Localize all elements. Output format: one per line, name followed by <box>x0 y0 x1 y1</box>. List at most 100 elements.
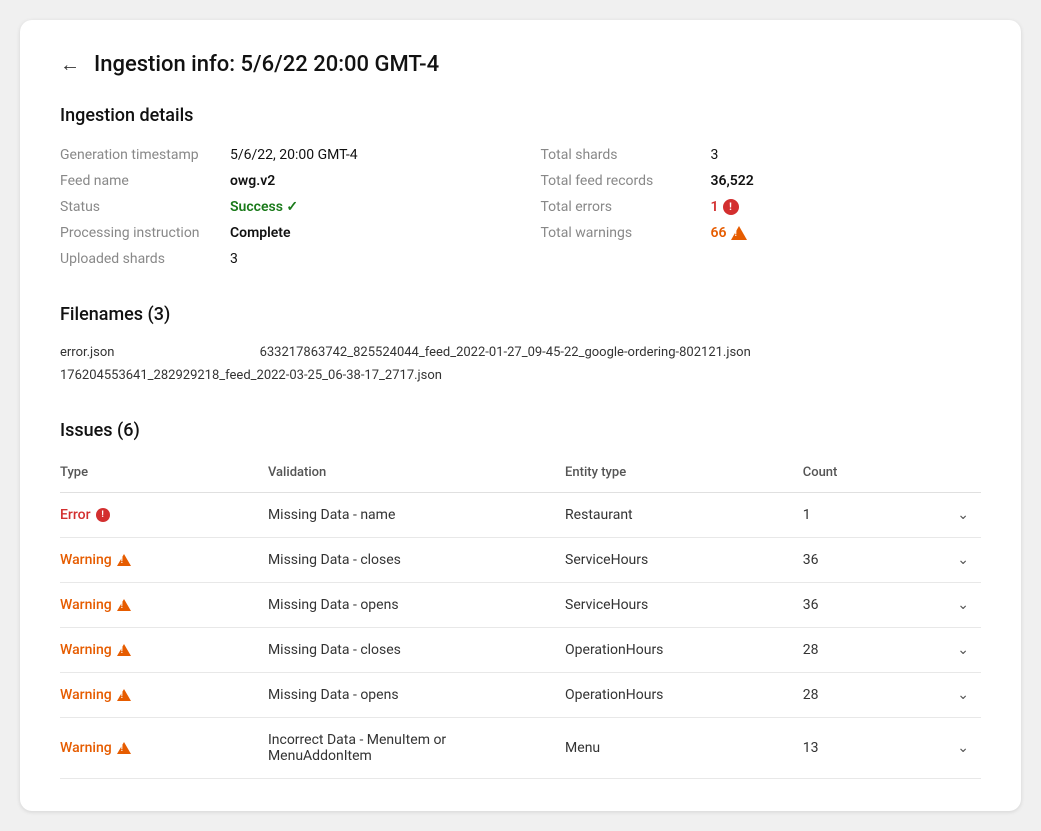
row-entity-1: Restaurant <box>565 492 803 537</box>
chevron-down-icon[interactable]: ⌄ <box>957 552 969 568</box>
row-expand-2[interactable]: ⌄ <box>922 537 981 582</box>
warning-icon <box>117 599 131 611</box>
row-count-2: 36 <box>803 537 922 582</box>
detail-label-uploaded-shards: Uploaded shards <box>60 251 230 267</box>
row-validation-6: Incorrect Data - MenuItem or MenuAddonIt… <box>268 717 565 778</box>
table-row: Warning Incorrect Data - MenuItem or Men… <box>60 717 981 778</box>
warning-icon <box>117 644 131 656</box>
detail-value-total-errors: 1 ! <box>711 199 739 215</box>
detail-value-feed-records: 36,522 <box>711 173 754 189</box>
ingestion-details-title: Ingestion details <box>60 105 981 126</box>
filenames-section: Filenames (3) error.json 633217863742_82… <box>60 304 981 388</box>
row-type-warning-5: Warning <box>60 672 268 717</box>
detail-label-processing: Processing instruction <box>60 225 230 241</box>
col-expand <box>922 457 981 493</box>
row-entity-2: ServiceHours <box>565 537 803 582</box>
row-type-warning-3: Warning <box>60 582 268 627</box>
detail-row-status: Status Success ✓ <box>60 194 501 220</box>
page-header: ← Ingestion info: 5/6/22 20:00 GMT-4 <box>60 52 981 77</box>
row-count-3: 36 <box>803 582 922 627</box>
detail-row-uploaded-shards: Uploaded shards 3 <box>60 246 501 272</box>
warning-text: Warning <box>60 642 112 658</box>
table-row: Warning Missing Data - opens ServiceHour… <box>60 582 981 627</box>
detail-value-status: Success ✓ <box>230 199 298 215</box>
error-dot-icon: ! <box>723 199 739 215</box>
main-card: ← Ingestion info: 5/6/22 20:00 GMT-4 Ing… <box>20 20 1021 811</box>
row-validation-4: Missing Data - closes <box>268 627 565 672</box>
row-entity-4: OperationHours <box>565 627 803 672</box>
col-count: Count <box>803 457 922 493</box>
issues-table-header: Type Validation Entity type Count <box>60 457 981 493</box>
warning-icon <box>117 742 131 754</box>
chevron-down-icon[interactable]: ⌄ <box>957 687 969 703</box>
error-icon: ! <box>96 508 110 522</box>
detail-value-timestamp: 5/6/22, 20:00 GMT-4 <box>230 147 358 163</box>
row-count-1: 1 <box>803 492 922 537</box>
warning-text: Warning <box>60 687 112 703</box>
row-type-warning-2: Warning <box>60 537 268 582</box>
warning-count: 66 <box>711 225 727 241</box>
type-warning-label: Warning <box>60 740 256 756</box>
row-count-5: 28 <box>803 672 922 717</box>
type-warning-label: Warning <box>60 552 256 568</box>
row-validation-3: Missing Data - opens <box>268 582 565 627</box>
row-type-warning-6: Warning <box>60 717 268 778</box>
detail-row-feed: Feed name owg.v2 <box>60 168 501 194</box>
warning-text: Warning <box>60 552 112 568</box>
col-validation: Validation <box>268 457 565 493</box>
detail-row-total-errors: Total errors 1 ! <box>541 194 982 220</box>
row-type-error: Error ! <box>60 492 268 537</box>
chevron-down-icon[interactable]: ⌄ <box>957 642 969 658</box>
filenames-title: Filenames (3) <box>60 304 981 325</box>
chevron-down-icon[interactable]: ⌄ <box>957 740 969 756</box>
row-validation-5: Missing Data - opens <box>268 672 565 717</box>
row-expand-1[interactable]: ⌄ <box>922 492 981 537</box>
back-button[interactable]: ← <box>60 52 80 77</box>
ingestion-details-section: Ingestion details Generation timestamp 5… <box>60 105 981 272</box>
detail-label-total-warnings: Total warnings <box>541 225 711 241</box>
detail-label-status: Status <box>60 199 230 215</box>
row-type-warning-4: Warning <box>60 627 268 672</box>
detail-row-timestamp: Generation timestamp 5/6/22, 20:00 GMT-4 <box>60 142 501 168</box>
error-text: Error <box>60 507 91 523</box>
filenames-list: error.json 633217863742_825524044_feed_2… <box>60 341 981 388</box>
table-row: Error ! Missing Data - name Restaurant 1… <box>60 492 981 537</box>
warning-triangle-icon <box>731 226 747 240</box>
row-entity-3: ServiceHours <box>565 582 803 627</box>
detail-value-total-shards: 3 <box>711 147 719 163</box>
row-expand-6[interactable]: ⌄ <box>922 717 981 778</box>
row-entity-5: OperationHours <box>565 672 803 717</box>
details-left: Generation timestamp 5/6/22, 20:00 GMT-4… <box>60 142 501 272</box>
issues-title: Issues (6) <box>60 420 981 441</box>
detail-value-total-warnings: 66 <box>711 225 747 241</box>
row-entity-6: Menu <box>565 717 803 778</box>
detail-label-feed-records: Total feed records <box>541 173 711 189</box>
detail-label-total-shards: Total shards <box>541 147 711 163</box>
chevron-down-icon[interactable]: ⌄ <box>957 597 969 613</box>
page-title: Ingestion info: 5/6/22 20:00 GMT-4 <box>94 52 439 77</box>
detail-label-feed: Feed name <box>60 173 230 189</box>
table-row: Warning Missing Data - closes OperationH… <box>60 627 981 672</box>
chevron-down-icon[interactable]: ⌄ <box>957 507 969 523</box>
row-validation-1: Missing Data - name <box>268 492 565 537</box>
row-count-4: 28 <box>803 627 922 672</box>
detail-row-total-shards: Total shards 3 <box>541 142 982 168</box>
row-expand-3[interactable]: ⌄ <box>922 582 981 627</box>
details-grid: Generation timestamp 5/6/22, 20:00 GMT-4… <box>60 142 981 272</box>
row-validation-2: Missing Data - closes <box>268 537 565 582</box>
error-count: 1 <box>711 199 719 215</box>
filename-2: 176204553641_282929218_feed_2022-03-25_0… <box>60 364 981 387</box>
detail-row-processing: Processing instruction Complete <box>60 220 501 246</box>
row-expand-5[interactable]: ⌄ <box>922 672 981 717</box>
detail-row-total-warnings: Total warnings 66 <box>541 220 982 246</box>
row-count-6: 13 <box>803 717 922 778</box>
warning-text: Warning <box>60 597 112 613</box>
detail-value-feed: owg.v2 <box>230 173 275 189</box>
type-warning-label: Warning <box>60 597 256 613</box>
row-expand-4[interactable]: ⌄ <box>922 627 981 672</box>
check-icon: ✓ <box>286 199 298 215</box>
warning-text: Warning <box>60 740 112 756</box>
filename-1: error.json 633217863742_825524044_feed_2… <box>60 341 981 364</box>
detail-row-feed-records: Total feed records 36,522 <box>541 168 982 194</box>
issues-table: Type Validation Entity type Count Error … <box>60 457 981 779</box>
